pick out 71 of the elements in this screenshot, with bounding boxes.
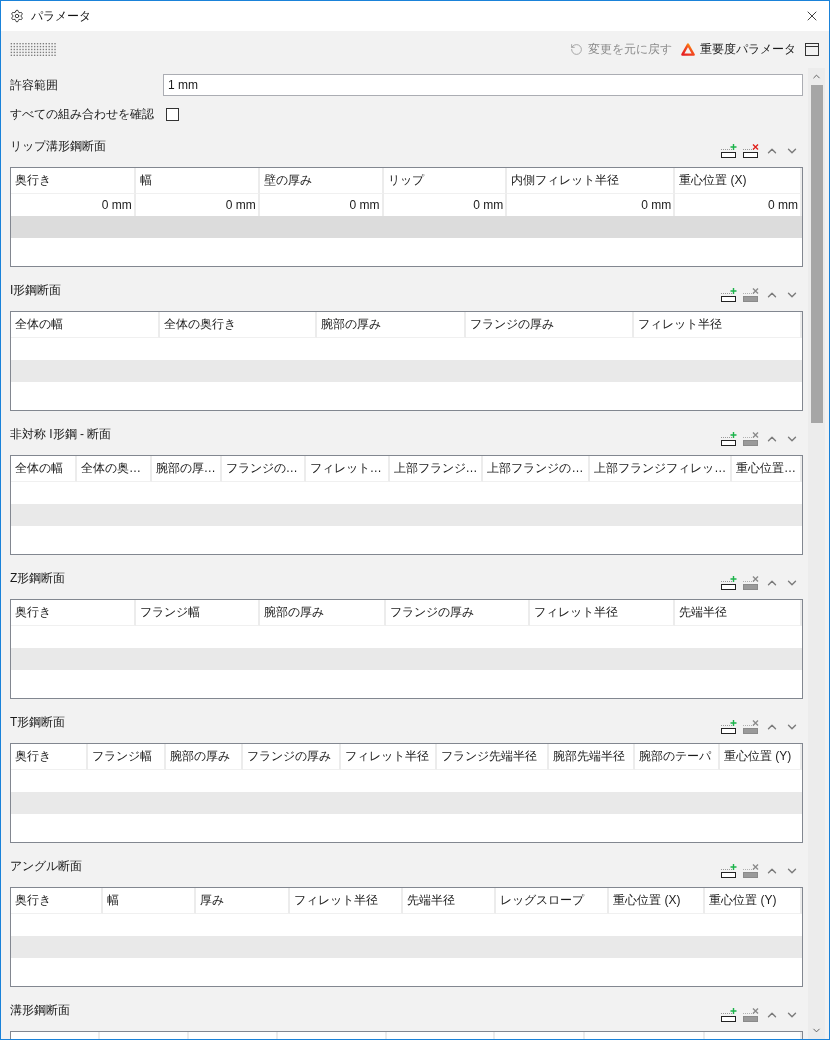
checkbox-label: すべての組み合わせを確認: [10, 105, 154, 123]
column-header: 全体の幅: [11, 312, 160, 338]
column-header: リップ: [383, 168, 508, 194]
column-header: フランジ先端半径: [437, 744, 549, 770]
column-header: 奥行き: [11, 600, 136, 626]
column-header: 腕部先端半径: [549, 744, 635, 770]
column-header: 腕部の厚み: [259, 600, 386, 626]
add-row-icon[interactable]: [721, 432, 737, 446]
settings-icon: [10, 9, 24, 23]
column-header: 全体の奥行き: [159, 312, 317, 338]
column-header: 重心位置 (X): [609, 888, 706, 914]
column-header: 上部フランジの…: [483, 456, 591, 482]
column-header: フランジの厚み: [465, 312, 634, 338]
section-title: T形鋼断面: [10, 714, 66, 730]
column-header: 奥行き: [11, 168, 136, 194]
add-row-icon[interactable]: [721, 1008, 737, 1022]
column-header: フランジ幅: [135, 600, 260, 626]
column-header: 重心位置…: [732, 456, 802, 482]
column-header: 先端半径: [675, 600, 802, 626]
add-row-icon[interactable]: [721, 144, 737, 158]
warning-triangle-icon: [681, 43, 695, 56]
section-title: I形鋼断面: [10, 282, 62, 298]
window-icon[interactable]: [805, 43, 819, 56]
column-header: フランジの…: [221, 456, 306, 482]
column-header: 厚み: [195, 888, 290, 914]
undo-icon: [570, 43, 583, 56]
column-header: 奥行き: [11, 744, 88, 770]
scrollbar-track[interactable]: [808, 68, 825, 1039]
window-title: パラメータ: [31, 7, 91, 25]
column-header: フランジ幅: [88, 744, 166, 770]
checkbox[interactable]: [166, 107, 179, 121]
column-header: 幅: [135, 168, 260, 194]
importance-parameters-button[interactable]: 重要度パラメータ: [681, 41, 796, 58]
column-header: フランジの厚み: [385, 600, 531, 626]
section-title: 溝形鋼断面: [10, 1002, 70, 1018]
column-header: フィレット半径: [341, 744, 437, 770]
column-header: フィレット半径: [289, 888, 403, 914]
add-row-icon[interactable]: [721, 576, 737, 590]
column-header: フィレット半径: [633, 312, 802, 338]
delete-row-icon[interactable]: [743, 144, 759, 158]
add-row-icon[interactable]: [721, 864, 737, 878]
section-title: リップ溝形鋼断面: [10, 138, 106, 154]
section-title: 非対称 I形鋼 - 断面: [10, 426, 112, 442]
column-header: フランジの厚み: [243, 744, 341, 770]
section-title: アングル断面: [10, 858, 82, 874]
column-header: レッグスロープ: [496, 888, 610, 914]
column-header: 幅: [102, 888, 196, 914]
tolerance-field[interactable]: 1 mm: [163, 74, 803, 96]
column-header: 腕部のテーパ: [635, 744, 720, 770]
scrollbar-thumb[interactable]: [810, 85, 823, 423]
column-header: 上部フランジ…: [389, 456, 484, 482]
column-header: 全体の幅: [11, 456, 77, 482]
column-header: 重心位置 (Y): [705, 888, 802, 914]
column-header: 腕部の厚み: [166, 744, 243, 770]
column-header: 腕部の厚み: [316, 312, 466, 338]
column-header: 腕部の厚…: [151, 456, 222, 482]
column-header: 奥行き: [11, 888, 103, 914]
column-header: 重心位置 (X): [675, 168, 802, 194]
column-header: 壁の厚み: [259, 168, 384, 194]
column-header: フィレット…: [305, 456, 390, 482]
field-label: 許容範囲: [10, 76, 59, 94]
column-header: 先端半径: [402, 888, 497, 914]
column-header: 上部フランジフィレッ…: [590, 456, 733, 482]
column-header: 内側フィレット半径: [507, 168, 676, 194]
section-title: Z形鋼断面: [10, 570, 66, 586]
add-row-icon[interactable]: [721, 720, 737, 734]
column-header: 全体の奥…: [76, 456, 152, 482]
column-header: フィレット半径: [530, 600, 676, 626]
add-row-icon[interactable]: [721, 288, 737, 302]
column-header: 重心位置 (Y): [720, 744, 802, 770]
toolbar-grip-icon[interactable]: [10, 43, 56, 56]
